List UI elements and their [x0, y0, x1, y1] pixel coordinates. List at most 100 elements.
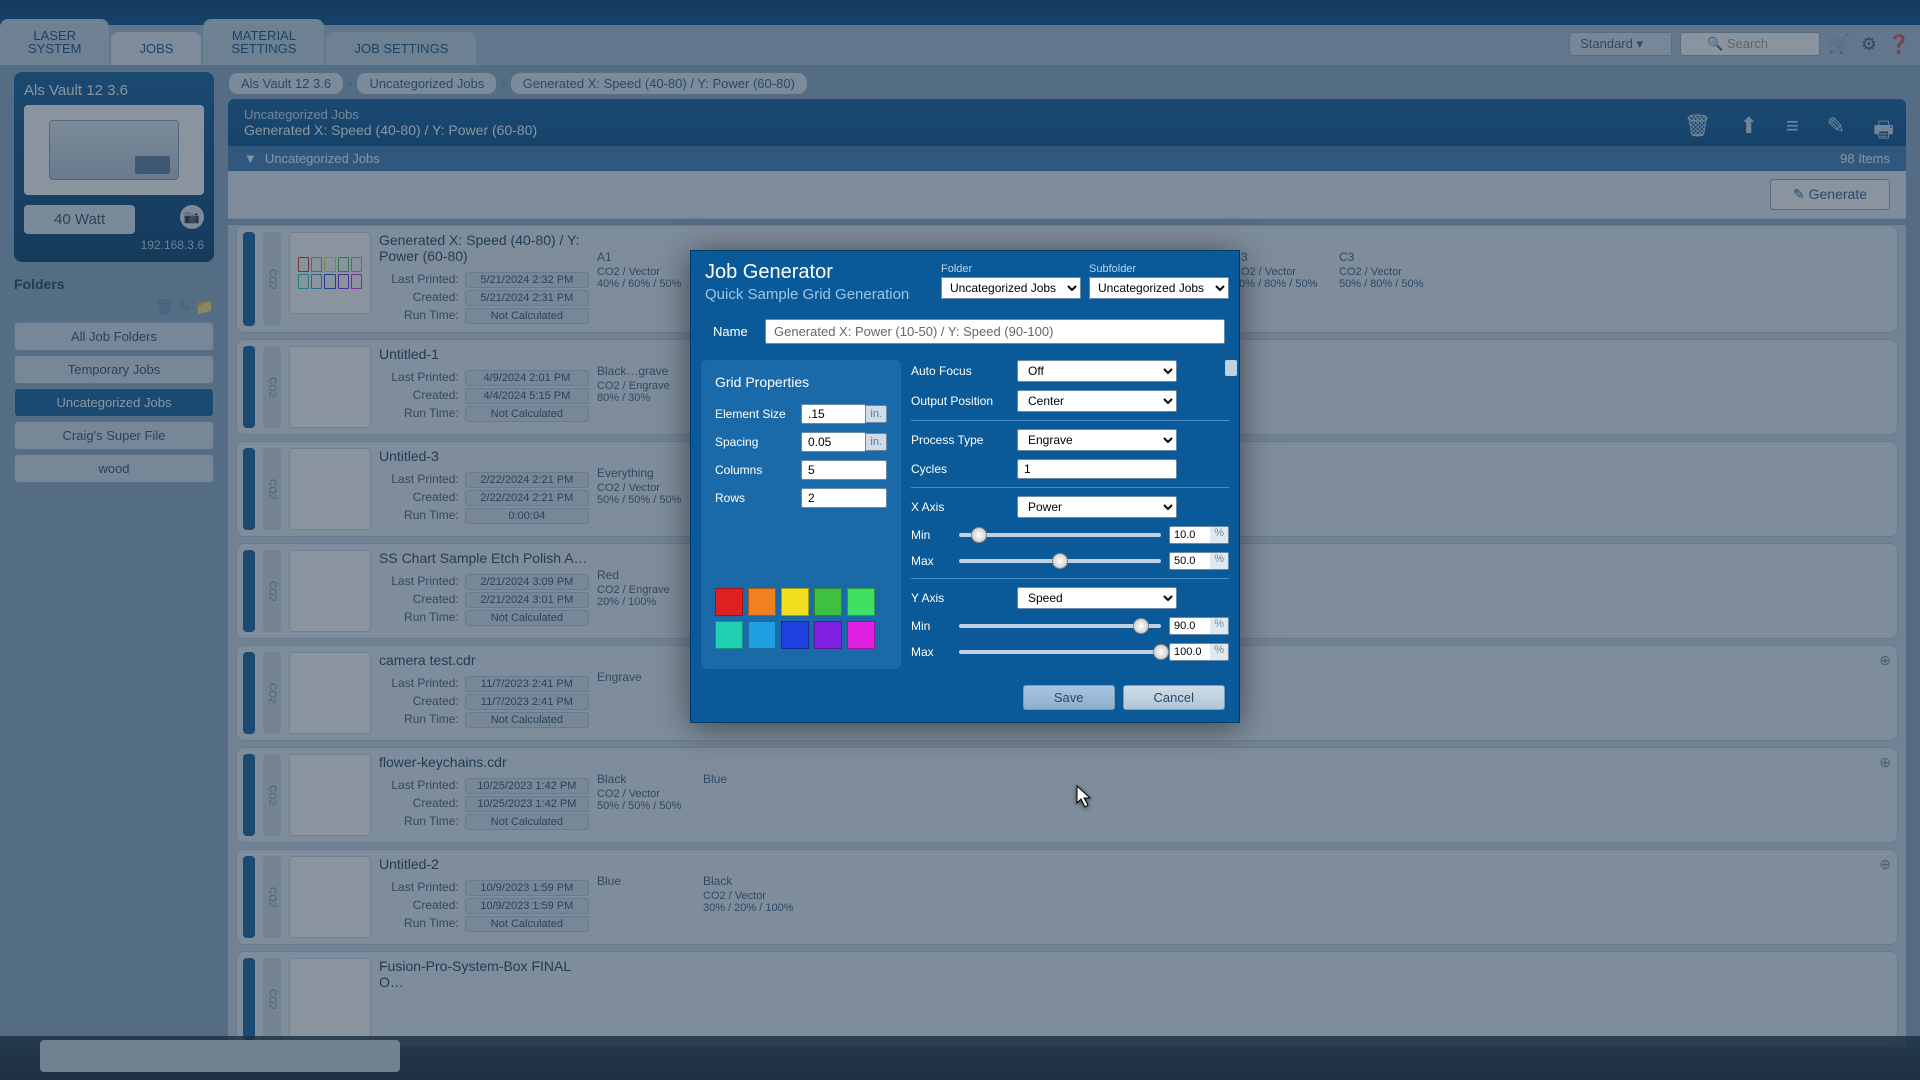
laser-type-strip: CO2 [263, 232, 281, 326]
drag-handle[interactable] [243, 754, 255, 836]
job-card[interactable]: CO2 Fusion-Pro-System-Box FINAL O… [236, 951, 1898, 1047]
taskbar[interactable] [0, 1036, 1920, 1080]
laser-type-strip: CO2 [263, 652, 281, 734]
drag-handle[interactable] [243, 346, 255, 428]
x-max-slider[interactable] [959, 559, 1161, 563]
job-title: Generated X: Speed (40-80) / Y: Power (6… [379, 232, 589, 264]
pin-icon[interactable]: ⊕ [1879, 652, 1891, 669]
color-swatch[interactable] [781, 621, 809, 649]
job-thumbnail [289, 652, 371, 734]
folders-panel: Folders 🗑 ✎ 📁 All Job FoldersTemporary J… [14, 276, 214, 483]
color-swatch[interactable] [814, 588, 842, 616]
element-size-input[interactable] [801, 404, 866, 424]
color-swatch[interactable] [748, 621, 776, 649]
job-generator-dialog: Job Generator Quick Sample Grid Generati… [690, 250, 1240, 723]
save-button[interactable]: Save [1023, 685, 1115, 710]
cycles-input[interactable] [1017, 459, 1177, 479]
spacing-input[interactable] [801, 432, 866, 452]
breadcrumb: Als Vault 12 3.6 › Uncategorized Jobs › … [228, 72, 1906, 95]
upload-icon[interactable]: ⬆ [1740, 113, 1758, 151]
laser-type-strip: CO2 [263, 958, 281, 1040]
pin-icon[interactable]: ⊕ [1879, 856, 1891, 873]
y-min-slider[interactable] [959, 624, 1161, 628]
print-icon[interactable]: 🖶 [1873, 113, 1894, 151]
output-position-label: Output Position [911, 394, 1011, 408]
search-input[interactable]: 🔍 Search [1680, 32, 1820, 56]
y-max-slider[interactable] [959, 650, 1161, 654]
color-swatch[interactable] [715, 588, 743, 616]
y-min-value[interactable]: 90.0 [1174, 620, 1206, 632]
rows-input[interactable] [801, 488, 887, 508]
drag-handle[interactable] [243, 550, 255, 632]
add-folder-icon[interactable]: 📁 [195, 299, 214, 316]
job-title: Untitled-3 [379, 448, 589, 464]
tab-job-settings[interactable]: JOB SETTINGS [326, 32, 476, 65]
generate-button[interactable]: Generate [1770, 179, 1890, 210]
job-title: Untitled-1 [379, 346, 589, 362]
tab-material-settings[interactable]: MATERIAL SETTINGS [203, 19, 324, 65]
color-swatch[interactable] [814, 621, 842, 649]
job-card[interactable]: CO2 Untitled-2 Last Printed:10/9/2023 1:… [236, 849, 1898, 945]
sidebar: Als Vault 12 3.6 40 Watt 📷 192.168.3.6 F… [14, 72, 214, 487]
folder-button[interactable]: Uncategorized Jobs [14, 388, 214, 417]
breadcrumb-item[interactable]: Uncategorized Jobs [356, 72, 497, 95]
color-swatch[interactable] [847, 588, 875, 616]
folder-button[interactable]: All Job Folders [14, 322, 214, 351]
cancel-button[interactable]: Cancel [1123, 685, 1225, 710]
output-position-select[interactable]: Center [1017, 390, 1177, 412]
tab-laser-system[interactable]: LASER SYSTEM [0, 19, 109, 65]
folder-select[interactable]: Uncategorized Jobs [941, 277, 1081, 299]
process-type-select[interactable]: Engrave [1017, 429, 1177, 451]
auto-focus-select[interactable]: Off [1017, 360, 1177, 382]
grid-properties-panel: Grid Properties Element Size in. Spacing… [701, 360, 901, 669]
color-swatch[interactable] [781, 588, 809, 616]
x-min-slider[interactable] [959, 533, 1161, 537]
align-icon[interactable]: ≡ [1786, 113, 1799, 151]
x-min-value[interactable]: 10.0 [1174, 529, 1206, 541]
taskbar-app[interactable] [40, 1040, 400, 1072]
drag-handle[interactable] [243, 232, 255, 326]
y-axis-select[interactable]: Speed [1017, 587, 1177, 609]
help-icon[interactable]: ❓ [1888, 33, 1910, 55]
x-max-value[interactable]: 50.0 [1174, 555, 1206, 567]
breadcrumb-item[interactable]: Generated X: Speed (40-80) / Y: Power (6… [510, 72, 808, 95]
y-max-value[interactable]: 100.0 [1174, 646, 1206, 658]
drag-handle[interactable] [243, 652, 255, 734]
edit-icon[interactable]: ✎ [1827, 113, 1845, 151]
trash-icon[interactable]: 🗑 [155, 299, 174, 316]
color-swatch[interactable] [847, 621, 875, 649]
x-min-label: Min [911, 528, 951, 542]
camera-icon[interactable]: 📷 [180, 205, 204, 229]
delete-icon[interactable]: 🗑 [1684, 113, 1712, 151]
x-axis-label: X Axis [911, 500, 1011, 514]
x-axis-select[interactable]: Power [1017, 496, 1177, 518]
scrollbar[interactable] [1225, 360, 1237, 376]
subfolder-select[interactable]: Uncategorized Jobs [1089, 277, 1229, 299]
settings-gear-icon[interactable]: ⚙ [1858, 33, 1880, 55]
color-swatch[interactable] [748, 588, 776, 616]
folder-button[interactable]: Temporary Jobs [14, 355, 214, 384]
mode-select[interactable]: Standard ▾ [1569, 32, 1672, 56]
columns-input[interactable] [801, 460, 887, 480]
job-card[interactable]: CO2 flower-keychains.cdr Last Printed:10… [236, 747, 1898, 843]
name-input[interactable] [765, 319, 1225, 344]
content-header: Uncategorized Jobs Generated X: Speed (4… [228, 99, 1906, 146]
basket-icon[interactable]: 🛒 [1828, 33, 1850, 55]
laser-type-strip: CO2 [263, 754, 281, 836]
header-folder: Uncategorized Jobs [244, 107, 1890, 122]
color-settings: BlueBlackCO2 / Vector30% / 20% / 100% [597, 856, 1891, 938]
drag-handle[interactable] [243, 448, 255, 530]
pin-icon[interactable]: ⊕ [1879, 754, 1891, 771]
section-bar[interactable]: ▼Uncategorized Jobs 98 Items [228, 146, 1906, 171]
breadcrumb-item[interactable]: Als Vault 12 3.6 [228, 72, 344, 95]
grid-properties-title: Grid Properties [715, 374, 887, 390]
tab-jobs[interactable]: JOBS [111, 32, 201, 65]
folder-button[interactable]: Craig's Super File [14, 421, 214, 450]
collapse-icon[interactable]: ▼ [244, 151, 257, 166]
drag-handle[interactable] [243, 856, 255, 938]
drag-handle[interactable] [243, 958, 255, 1040]
color-swatch[interactable] [715, 621, 743, 649]
folder-button[interactable]: wood [14, 454, 214, 483]
job-thumbnail [289, 550, 371, 632]
edit-folder-icon[interactable]: ✎ [179, 299, 192, 316]
